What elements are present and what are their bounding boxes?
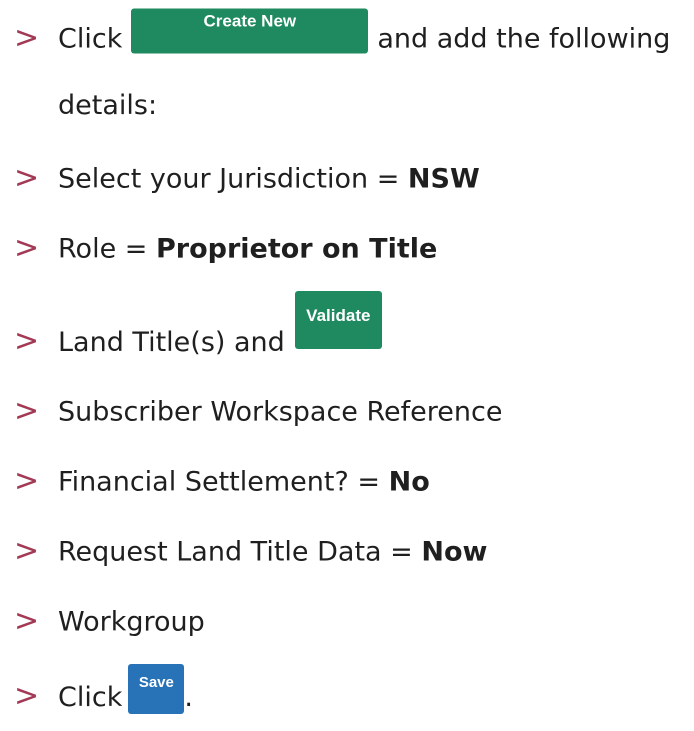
step-value: No	[388, 466, 430, 498]
step-content: Land Title(s) and Validate	[58, 291, 382, 371]
step-text: Click	[58, 23, 123, 55]
step-value: NSW	[407, 163, 480, 195]
step-text: .	[184, 681, 193, 713]
step-continuation: details:	[58, 80, 157, 130]
step-text: Select your Jurisdiction =	[58, 163, 408, 195]
bullet-arrow-icon: >	[14, 230, 40, 266]
step-text: Land Title(s) and	[58, 326, 285, 358]
bullet-arrow-icon: >	[14, 463, 40, 499]
create-new-button[interactable]: Create New	[131, 8, 369, 54]
save-button[interactable]: Save	[128, 664, 185, 714]
step-financial-settlement: > Financial Settlement? = No	[0, 457, 694, 507]
step-content: Click Save .	[58, 664, 193, 722]
step-workspace-reference: > Subscriber Workspace Reference	[0, 387, 694, 437]
step-role: > Role = Proprietor on Title	[0, 224, 694, 274]
bullet-arrow-icon: >	[14, 160, 40, 196]
step-content: Select your Jurisdiction = NSW	[58, 166, 480, 193]
step-content: Workgroup	[58, 609, 205, 636]
step-text: Click	[58, 681, 123, 713]
step-jurisdiction: > Select your Jurisdiction = NSW	[0, 154, 694, 204]
step-value: Proprietor on Title	[155, 233, 438, 265]
step-content: Financial Settlement? = No	[58, 469, 430, 496]
bullet-arrow-icon: >	[14, 323, 40, 359]
step-create-new: > Click Create New and add the following	[0, 8, 694, 64]
step-text: Subscriber Workspace Reference	[58, 396, 503, 428]
step-content: Role = Proprietor on Title	[58, 236, 437, 263]
step-workgroup: > Workgroup	[0, 597, 694, 647]
bullet-arrow-icon: >	[14, 393, 40, 429]
step-text: Role =	[58, 233, 156, 265]
step-text: Financial Settlement? =	[58, 466, 389, 498]
bullet-arrow-icon: >	[14, 533, 40, 569]
step-text: Request Land Title Data =	[58, 536, 422, 568]
validate-button[interactable]: Validate	[294, 291, 382, 349]
bullet-arrow-icon: >	[14, 20, 40, 56]
step-content: Click Create New and add the following	[58, 8, 671, 62]
bullet-arrow-icon: >	[14, 678, 40, 714]
step-value: Now	[421, 536, 488, 568]
step-land-title-data: > Request Land Title Data = Now	[0, 527, 694, 577]
step-land-title: > Land Title(s) and Validate	[0, 291, 694, 367]
step-content: Request Land Title Data = Now	[58, 539, 487, 566]
bullet-arrow-icon: >	[14, 603, 40, 639]
step-text: Workgroup	[58, 606, 205, 638]
step-text: details:	[58, 89, 158, 121]
step-save: > Click Save .	[0, 664, 694, 722]
step-content: Subscriber Workspace Reference	[58, 399, 502, 426]
step-text: and add the following	[377, 23, 671, 55]
